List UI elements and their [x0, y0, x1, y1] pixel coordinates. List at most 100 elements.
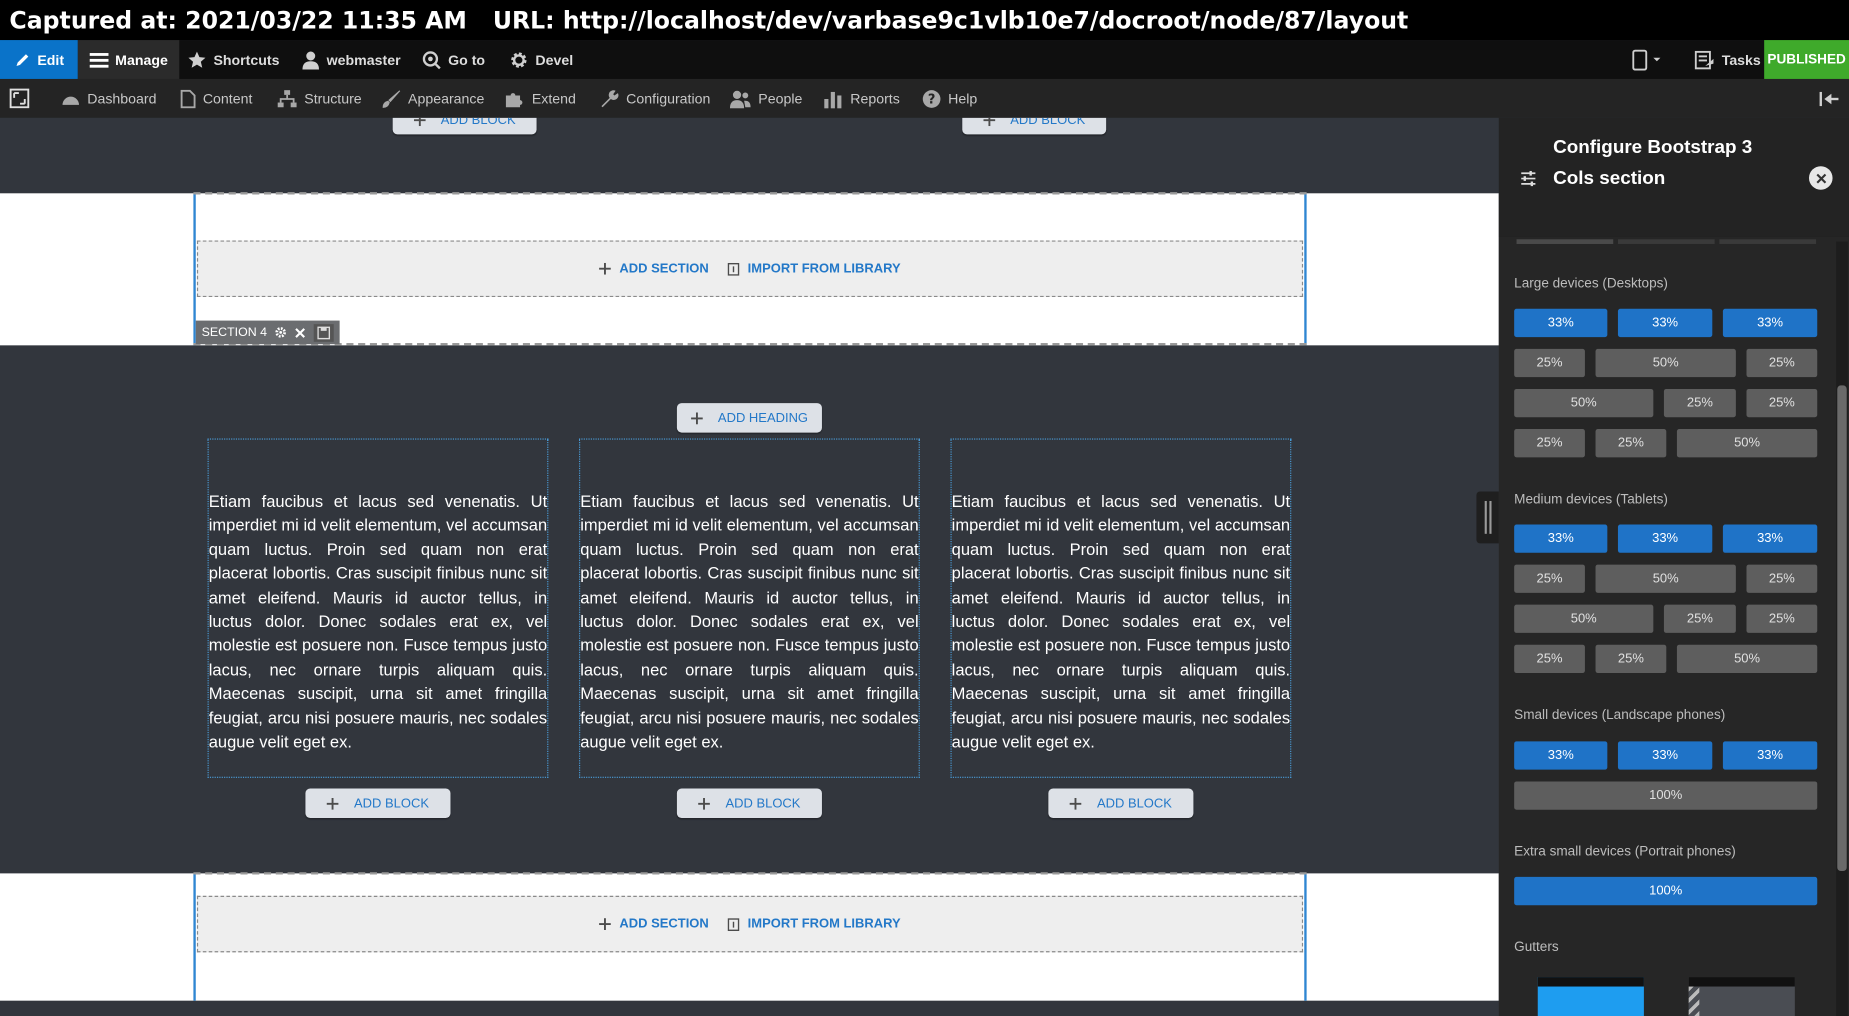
collapse-toolbar-button[interactable] [1818, 79, 1846, 118]
menu-extend[interactable]: Extend [505, 79, 576, 118]
import-from-library-button[interactable]: IMPORT FROM LIBRARY [727, 917, 901, 931]
column-1[interactable]: Etiam faucibus et lacus sed venenatis. U… [207, 438, 549, 778]
large-33-33-33-opt-2[interactable]: 33% [1617, 308, 1713, 338]
large-50-25-25-opt-1[interactable]: 50% [1514, 388, 1654, 418]
menu-dashboard[interactable]: Dashboard [61, 79, 157, 118]
panel-tab[interactable] [1617, 239, 1715, 244]
admin-menu-bar: Dashboard Content Structure Appearance E… [0, 78, 1849, 118]
wrench-icon [601, 90, 619, 108]
menu-reports[interactable]: Reports [823, 79, 900, 118]
small-100-option[interactable]: 100% [1514, 781, 1818, 810]
small-33-33-33-opt-1[interactable]: 33% [1514, 741, 1608, 770]
menu-content-label: Content [202, 90, 253, 107]
medium-25-50-25-opt-2[interactable]: 50% [1595, 564, 1736, 593]
medium-50-25-25-opt-3[interactable]: 25% [1746, 604, 1818, 633]
goto-button[interactable]: Go to [422, 40, 485, 79]
small-33-33-33-opt-3[interactable]: 33% [1722, 741, 1818, 770]
column-2[interactable]: Etiam faucibus et lacus sed venenatis. U… [579, 438, 920, 778]
menu-configuration[interactable]: Configuration [599, 79, 710, 118]
menu-icon [89, 52, 109, 68]
import-from-library-button[interactable]: IMPORT FROM LIBRARY [727, 262, 901, 276]
star-icon [188, 51, 206, 68]
shortcuts-button[interactable]: Shortcuts [188, 40, 280, 79]
panel-scrollbar-thumb[interactable] [1837, 385, 1847, 872]
medium-25-25-50-opt-1[interactable]: 25% [1514, 644, 1585, 674]
menu-content[interactable]: Content [180, 79, 252, 118]
large-25-25-50-opt-2[interactable]: 25% [1595, 429, 1667, 458]
configure-section-panel: Configure Bootstrap 3 Cols section Large… [1498, 117, 1849, 1016]
medium-25-25-50-opt-3[interactable]: 50% [1676, 644, 1818, 674]
medium-33-33-33-opt-3[interactable]: 33% [1722, 524, 1818, 553]
large-33-33-33-opt-1[interactable]: 33% [1514, 308, 1608, 338]
capture-info-bar: Captured at: 2021/03/22 11:35 AM URL: htt… [0, 0, 1849, 41]
remove-section-button[interactable] [295, 327, 306, 338]
goto-label: Go to [448, 51, 486, 68]
grip-icon [1484, 500, 1491, 534]
menu-people[interactable]: People [729, 79, 803, 118]
menu-configuration-label: Configuration [626, 90, 711, 107]
device-preview-button[interactable] [1632, 40, 1672, 79]
devel-button[interactable]: Devel [509, 40, 573, 79]
add-block-button-top-left[interactable]: ADD BLOCK [392, 117, 537, 135]
bar-chart-icon [824, 91, 842, 108]
menu-appearance[interactable]: Appearance [382, 79, 484, 118]
add-section-label: ADD SECTION [619, 916, 709, 932]
gutters-on-option[interactable] [1537, 977, 1644, 1016]
plus-icon [690, 411, 703, 424]
medium-33-33-33-opt-1[interactable]: 33% [1514, 524, 1608, 553]
save-section-button[interactable] [314, 323, 335, 342]
layout-toggle-button[interactable] [9, 79, 36, 118]
add-block-button-top-right[interactable]: ADD BLOCK [962, 117, 1107, 135]
sliders-icon [1521, 170, 1536, 187]
add-block-button-col2[interactable]: ADD BLOCK [676, 788, 822, 818]
large-25-25-50-opt-1[interactable]: 25% [1514, 429, 1585, 458]
menu-help[interactable]: ? Help [922, 79, 977, 118]
file-icon [180, 89, 196, 108]
large-25-50-25-opt-3[interactable]: 25% [1746, 348, 1818, 378]
configure-section-button[interactable] [275, 326, 287, 338]
add-section-button[interactable]: ADD SECTION [599, 916, 709, 932]
medium-25-50-25-opt-3[interactable]: 25% [1746, 564, 1818, 593]
small-33-33-33-opt-2[interactable]: 33% [1617, 741, 1713, 770]
large-50-25-25-opt-2[interactable]: 25% [1663, 388, 1736, 418]
edit-button[interactable]: Edit [0, 40, 78, 79]
published-status-badge[interactable]: PUBLISHED [1764, 40, 1849, 79]
medium-25-50-25-opt-1[interactable]: 25% [1514, 564, 1585, 593]
tasks-icon [1694, 50, 1714, 69]
panel-resize-handle[interactable] [1476, 491, 1499, 544]
large-33-33-33-opt-3[interactable]: 33% [1722, 308, 1818, 338]
panel-tab[interactable] [1516, 239, 1614, 244]
medium-50-25-25-opt-2[interactable]: 25% [1663, 604, 1736, 633]
add-block-button-col3[interactable]: ADD BLOCK [1048, 788, 1194, 818]
large-25-50-25-opt-1[interactable]: 25% [1514, 348, 1585, 378]
add-heading-button[interactable]: ADD HEADING [676, 403, 822, 433]
menu-people-label: People [758, 90, 803, 107]
user-button[interactable]: webmaster [302, 40, 401, 79]
add-block-button-col1[interactable]: ADD BLOCK [305, 788, 451, 818]
save-icon [317, 326, 331, 339]
xsmall-100-option[interactable]: 100% [1514, 876, 1818, 906]
gutters-off-option[interactable] [1688, 977, 1795, 1016]
menu-appearance-label: Appearance [408, 90, 485, 107]
large-50-25-25-opt-3[interactable]: 25% [1746, 388, 1818, 418]
dashed-divider [193, 192, 1307, 195]
shortcuts-label: Shortcuts [213, 51, 280, 68]
panel-tab[interactable] [1719, 239, 1817, 244]
medium-33-33-33-opt-2[interactable]: 33% [1617, 524, 1713, 553]
large-25-25-50-opt-3[interactable]: 50% [1676, 429, 1818, 458]
manage-label: Manage [115, 51, 168, 68]
column-3-text: Etiam faucibus et lacus sed venenatis. U… [951, 491, 1291, 751]
tasks-button[interactable]: Tasks [1694, 40, 1761, 79]
add-section-bar: ADD SECTION IMPORT FROM LIBRARY [196, 240, 1304, 298]
add-section-button[interactable]: ADD SECTION [599, 262, 709, 276]
menu-help-label: Help [948, 90, 978, 107]
medium-50-25-25-opt-1[interactable]: 50% [1514, 604, 1654, 633]
admin-toolbar: Edit Manage Shortcuts webmaster Go to De… [0, 40, 1849, 79]
large-25-50-25-opt-2[interactable]: 50% [1595, 348, 1736, 378]
menu-structure[interactable]: Structure [277, 79, 362, 118]
mobile-device-icon [1632, 49, 1661, 70]
manage-button[interactable]: Manage [77, 40, 180, 79]
medium-25-25-50-opt-2[interactable]: 25% [1595, 644, 1667, 674]
close-panel-button[interactable] [1808, 166, 1833, 190]
column-3[interactable]: Etiam faucibus et lacus sed venenatis. U… [950, 438, 1292, 778]
